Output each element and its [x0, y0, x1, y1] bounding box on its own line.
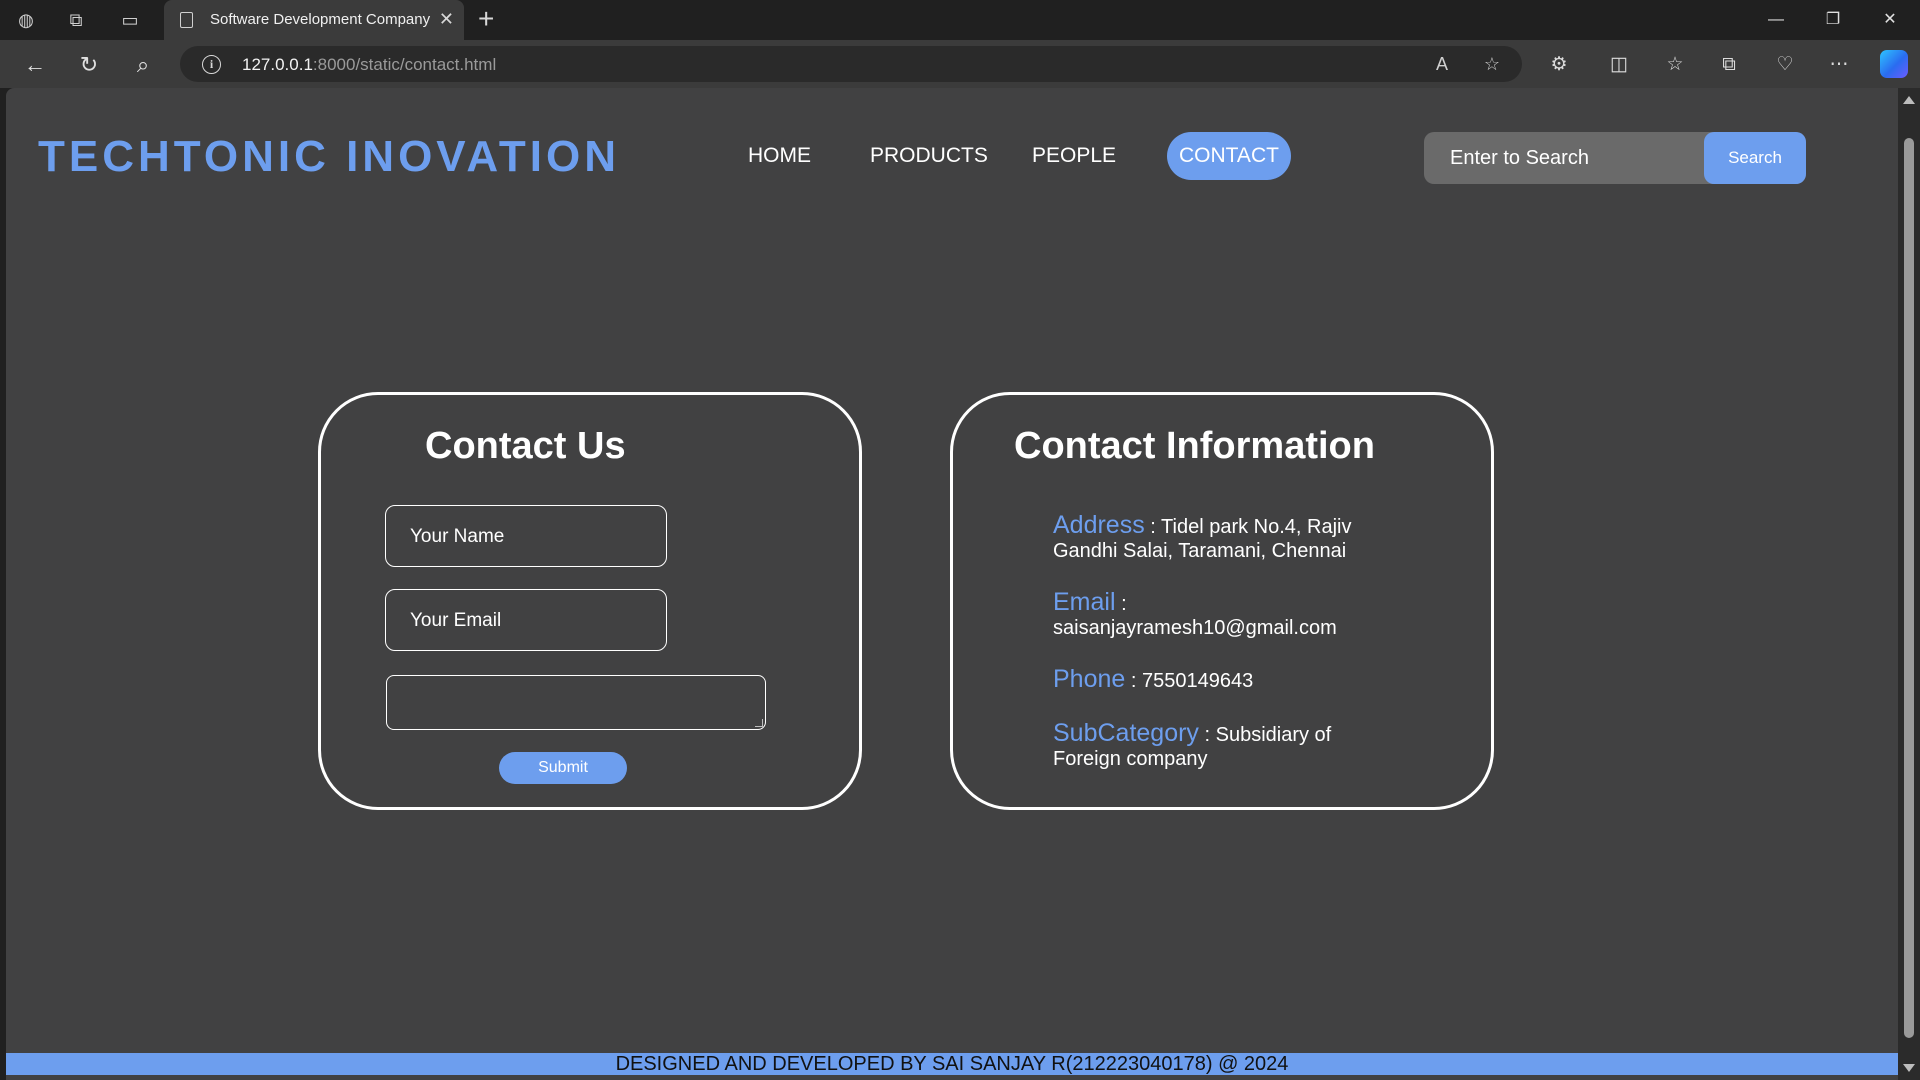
collections-icon[interactable]: ⧉ — [1714, 50, 1744, 80]
contact-info-title: Contact Information — [1014, 425, 1375, 467]
more-menu-icon[interactable]: ⋯ — [1824, 50, 1854, 80]
browser-toolbar: ← ↻ ⌕ i 127.0.0.1:8000/static/contact.ht… — [0, 40, 1920, 88]
nav-products[interactable]: PRODUCTS — [858, 132, 1000, 180]
nav-people[interactable]: PEOPLE — [1020, 132, 1128, 180]
name-field[interactable]: Your Name — [385, 505, 667, 567]
favorites-icon[interactable]: ☆ — [1660, 50, 1690, 80]
email-label: Email — [1053, 588, 1116, 616]
browser-tab-bar: ◍ ⧉ ▭ Software Development Company ✕ + —… — [0, 0, 1920, 40]
phone-value: 7550149643 — [1141, 670, 1254, 692]
new-tab-icon[interactable]: + — [478, 4, 494, 34]
page-footer: DESIGNED AND DEVELOPED BY SAI SANJAY R(2… — [6, 1053, 1898, 1075]
scroll-down-icon[interactable] — [1903, 1064, 1915, 1072]
nav-home[interactable]: HOME — [736, 132, 823, 180]
scroll-up-icon[interactable] — [1903, 96, 1915, 104]
url-text[interactable]: 127.0.0.1:8000/static/contact.html — [242, 55, 496, 75]
restore-icon[interactable]: ❐ — [1813, 6, 1853, 34]
minimize-icon[interactable]: — — [1756, 6, 1796, 34]
contact-info-card: Contact Information Address : Tidel park… — [950, 392, 1494, 810]
tab-title: Software Development Company — [210, 11, 431, 28]
site-info-icon[interactable]: i — [202, 55, 221, 74]
profile-icon[interactable]: ◍ — [12, 6, 40, 34]
info-email: Email : saisanjayramesh10@gmail.com — [1053, 588, 1337, 640]
message-textarea[interactable] — [386, 675, 766, 730]
split-screen-icon[interactable]: ◫ — [1604, 50, 1634, 80]
close-tab-icon[interactable]: ✕ — [439, 9, 454, 30]
page-viewport: TECHTONIC INOVATION HOME PRODUCTS PEOPLE… — [6, 88, 1898, 1080]
email-field[interactable]: Your Email — [385, 589, 667, 651]
search-placeholder: Enter to Search — [1450, 147, 1589, 169]
resize-handle-icon[interactable] — [755, 719, 763, 727]
nav-contact[interactable]: CONTACT — [1167, 132, 1291, 180]
back-icon[interactable]: ← — [20, 50, 50, 80]
browser-essentials-icon[interactable]: ♡ — [1770, 50, 1800, 80]
contact-form-card: Contact Us Your Name Your Email Submit — [318, 392, 862, 810]
info-phone: Phone : 7550149643 — [1053, 665, 1254, 693]
name-placeholder: Your Name — [410, 526, 505, 547]
site-logo[interactable]: TECHTONIC INOVATION — [38, 132, 620, 182]
page-icon — [180, 12, 193, 28]
read-aloud-icon[interactable]: A — [1428, 50, 1456, 78]
search-input[interactable]: Enter to Search Search — [1424, 132, 1806, 184]
scroll-thumb[interactable] — [1904, 138, 1914, 1038]
address-bar[interactable]: i 127.0.0.1:8000/static/contact.html A ☆ — [180, 46, 1522, 82]
address-label: Address — [1053, 511, 1145, 539]
close-window-icon[interactable]: ✕ — [1870, 6, 1910, 34]
email-placeholder: Your Email — [410, 610, 502, 631]
search-button[interactable]: Search — [1704, 132, 1806, 184]
workspaces-icon[interactable]: ⧉ — [62, 6, 90, 34]
extensions-icon[interactable]: ⚙ — [1544, 50, 1574, 80]
contact-form-title: Contact Us — [425, 425, 626, 467]
vertical-tabs-icon[interactable]: ▭ — [116, 6, 144, 34]
vertical-scrollbar[interactable] — [1898, 88, 1920, 1080]
copilot-icon[interactable] — [1880, 50, 1908, 78]
browser-tab[interactable]: Software Development Company ✕ — [164, 0, 464, 40]
refresh-icon[interactable]: ↻ — [74, 50, 104, 80]
subcategory-label: SubCategory — [1053, 719, 1199, 747]
search-icon[interactable]: ⌕ — [128, 50, 158, 80]
submit-button[interactable]: Submit — [499, 752, 627, 784]
email-value: saisanjayramesh10@gmail.com — [1053, 617, 1337, 639]
info-address: Address : Tidel park No.4, Rajiv Gandhi … — [1053, 511, 1352, 563]
phone-label: Phone — [1053, 665, 1126, 693]
info-subcategory: SubCategory : Subsidiary of Foreign comp… — [1053, 719, 1332, 771]
favorite-star-icon[interactable]: ☆ — [1478, 50, 1506, 78]
